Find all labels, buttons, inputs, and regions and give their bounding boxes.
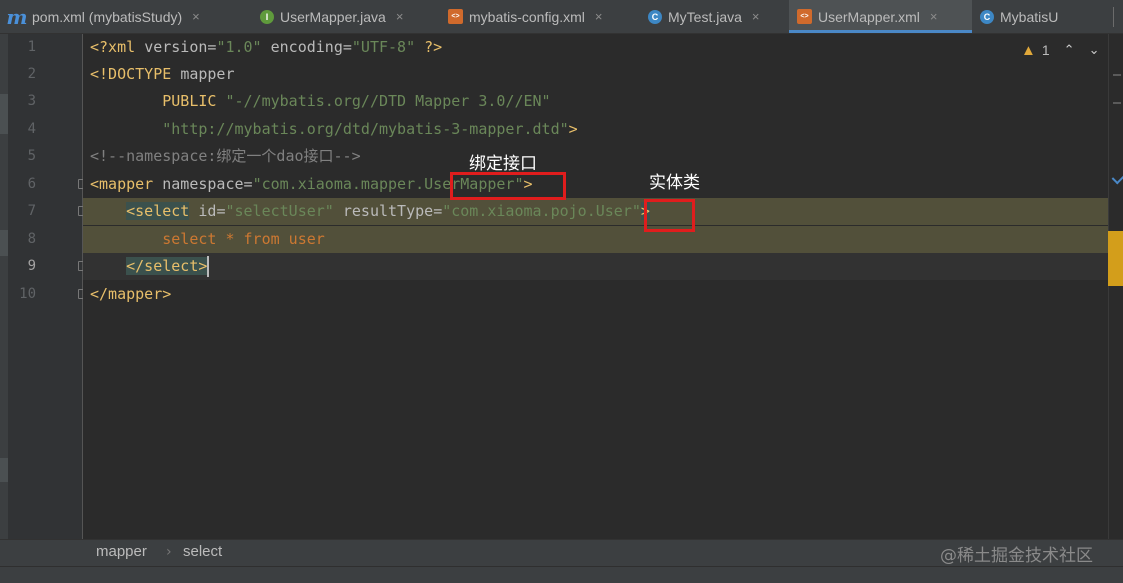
tab-label: UserMapper.java xyxy=(280,8,386,25)
code-line: "http://mybatis.org/dtd/mybatis-3-mapper… xyxy=(83,116,1108,143)
watermark: @稀土掘金技术社区 xyxy=(940,546,1093,566)
line-number: 8 xyxy=(27,231,36,247)
tab-label: mybatis-config.xml xyxy=(469,8,585,25)
code-text: <select id="selectUser" resultType="com.… xyxy=(126,202,650,220)
annotation-entity-class: 实体类 xyxy=(649,173,700,193)
close-icon[interactable]: × xyxy=(396,9,404,24)
separator xyxy=(1113,7,1114,27)
tab-label: pom.xml (mybatisStudy) xyxy=(32,8,183,25)
scroll-marker[interactable] xyxy=(1111,171,1123,185)
code-line: <select id="selectUser" resultType="com.… xyxy=(83,198,1108,225)
editor-tab-bar: m pom.xml (mybatisStudy) × I UserMapper.… xyxy=(0,0,1123,34)
tab-overflow-button[interactable] xyxy=(1105,0,1123,33)
line-number: 4 xyxy=(27,121,36,137)
inspection-widget[interactable]: ▲ 1 ⌃ ⌄ xyxy=(1021,40,1099,60)
tab-mybatisutils[interactable]: C MybatisU xyxy=(972,0,1112,33)
error-stripe[interactable] xyxy=(1108,34,1123,539)
line-number: 6 xyxy=(27,176,36,192)
code-text: </mapper> xyxy=(90,285,172,303)
tool-window-marker[interactable] xyxy=(0,230,8,256)
line-number: 10 xyxy=(19,286,36,302)
code-line: select * from user xyxy=(83,226,1108,253)
code-text: </select> xyxy=(126,256,210,277)
previous-highlight-button[interactable]: ⌃ xyxy=(1064,42,1075,58)
text-cursor xyxy=(207,256,210,277)
next-highlight-button[interactable]: ⌄ xyxy=(1089,42,1100,58)
warning-icon: ▲ xyxy=(1021,41,1036,59)
scroll-marker[interactable] xyxy=(1113,74,1121,76)
code-text: <?xml version="1.0" encoding="UTF-8" ?> xyxy=(90,38,443,56)
code-line: <?xml version="1.0" encoding="UTF-8" ?> xyxy=(83,34,1108,61)
code-text: PUBLIC "-//mybatis.org//DTD Mapper 3.0//… xyxy=(90,92,551,110)
code-line: <mapper namespace="com.xiaoma.mapper.Use… xyxy=(83,171,1108,198)
maven-icon: m xyxy=(6,4,28,29)
code-text: <!--namespace:绑定一个dao接口--> xyxy=(90,147,361,165)
close-icon[interactable]: × xyxy=(752,9,760,24)
highlight-box-user xyxy=(644,199,695,232)
code-editor[interactable]: <?xml version="1.0" encoding="UTF-8" ?> … xyxy=(83,34,1108,539)
annotation-bind-interface: 绑定接口 xyxy=(469,154,537,174)
line-number: 9 xyxy=(27,258,36,274)
close-icon[interactable]: × xyxy=(930,9,938,24)
line-number: 3 xyxy=(27,93,36,109)
left-tool-strip xyxy=(0,34,8,583)
code-text: <!DOCTYPE mapper xyxy=(90,65,235,83)
tab-label: UserMapper.xml xyxy=(818,8,920,25)
tab-pom-xml[interactable]: m pom.xml (mybatisStudy) × xyxy=(0,0,252,33)
code-line: <!DOCTYPE mapper xyxy=(83,61,1108,88)
code-text: select * from user xyxy=(90,230,325,248)
code-line: <!--namespace:绑定一个dao接口--> xyxy=(83,143,1108,170)
scroll-marker[interactable] xyxy=(1113,102,1121,104)
line-number-gutter: 1 2 3 4 5 6 7 8 9 10 xyxy=(8,34,116,539)
interface-icon: I xyxy=(260,9,274,24)
close-icon[interactable]: × xyxy=(595,9,603,24)
line-number: 5 xyxy=(27,148,36,164)
code-line: PUBLIC "-//mybatis.org//DTD Mapper 3.0//… xyxy=(83,88,1108,115)
tab-mytest-java[interactable]: C MyTest.java × xyxy=(640,0,789,33)
close-icon[interactable]: × xyxy=(192,9,200,24)
line-number: 2 xyxy=(27,66,36,82)
warning-count: 1 xyxy=(1041,42,1050,58)
tab-label: MyTest.java xyxy=(668,8,742,25)
class-icon: C xyxy=(648,9,662,24)
class-icon: C xyxy=(980,9,994,24)
breadcrumb-separator: › xyxy=(166,544,172,560)
line-number: 1 xyxy=(27,39,36,55)
highlight-box-usermapper xyxy=(450,172,566,200)
code-line: </mapper> xyxy=(83,281,1108,308)
tab-usermapper-xml[interactable]: <> UserMapper.xml × xyxy=(789,0,972,33)
breadcrumb-item-mapper[interactable]: mapper xyxy=(96,540,147,564)
tab-mybatis-config-xml[interactable]: <> mybatis-config.xml × xyxy=(440,0,640,33)
tab-usermapper-java[interactable]: I UserMapper.java × xyxy=(252,0,440,33)
xml-file-icon: <> xyxy=(797,9,812,24)
tool-window-marker[interactable] xyxy=(0,458,8,482)
code-text: "http://mybatis.org/dtd/mybatis-3-mapper… xyxy=(162,120,578,138)
tab-label: MybatisU xyxy=(1000,8,1059,25)
code-line-current: </select> xyxy=(83,253,1108,280)
line-number: 7 xyxy=(27,203,36,219)
xml-file-icon: <> xyxy=(448,9,463,24)
breadcrumb-item-select[interactable]: select xyxy=(183,540,222,564)
scroll-marker[interactable] xyxy=(1108,231,1123,286)
status-bar xyxy=(0,566,1123,583)
tool-window-marker[interactable] xyxy=(0,94,8,134)
